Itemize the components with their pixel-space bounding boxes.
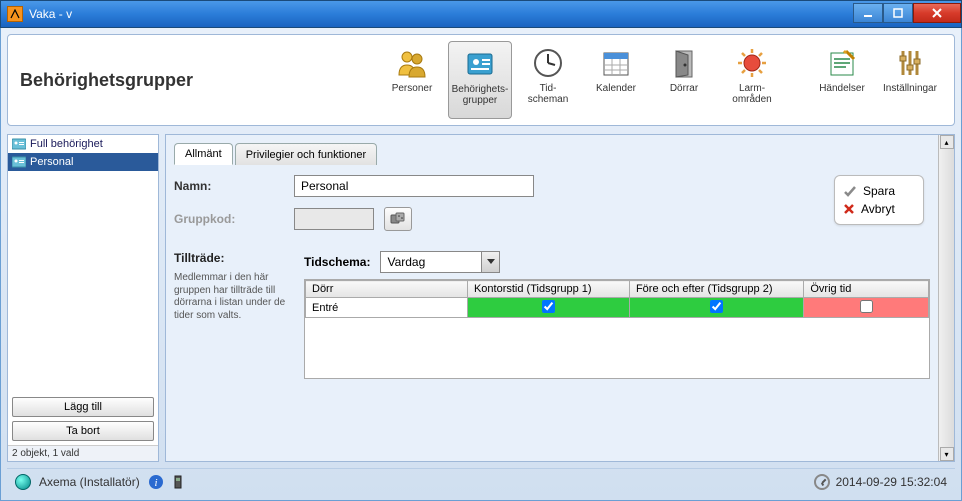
sidebar-item-label: Personal xyxy=(30,156,73,168)
toolbar-ribbon: Behörighetsgrupper Personer xyxy=(7,34,955,126)
ribbon-item-behorighetsgrupper[interactable]: Behörighets- grupper xyxy=(448,41,512,119)
window-title: Vaka - v xyxy=(29,7,72,21)
access-table: Dörr Kontorstid (Tidsgrupp 1) Före och e… xyxy=(305,280,929,318)
x-icon xyxy=(843,203,855,215)
cell-group2[interactable] xyxy=(629,298,803,318)
door-icon xyxy=(666,45,702,81)
ribbon-item-tidscheman[interactable]: Tid- scheman xyxy=(516,41,580,119)
checkbox-group1[interactable] xyxy=(542,300,555,313)
save-button[interactable]: Spara xyxy=(843,182,915,200)
checkbox-group2[interactable] xyxy=(710,300,723,313)
group-card-icon xyxy=(12,156,26,168)
table-row[interactable]: Entré xyxy=(306,298,929,318)
add-button[interactable]: Lägg till xyxy=(12,397,154,417)
ribbon-item-kalender[interactable]: Kalender xyxy=(584,41,648,119)
user-label: Axema (Installatör) xyxy=(39,475,140,489)
ribbon-label: Personer xyxy=(392,83,433,94)
cancel-button[interactable]: Avbryt xyxy=(843,200,915,218)
groupcode-regen-button[interactable] xyxy=(384,207,412,231)
ribbon-label: Dörrar xyxy=(670,83,698,94)
window-maximize-button[interactable] xyxy=(883,3,913,23)
schedule-label: Tidschema: xyxy=(304,255,370,269)
persons-icon xyxy=(394,45,430,81)
access-heading: Tillträde: xyxy=(174,251,294,266)
col-other[interactable]: Övrig tid xyxy=(804,281,929,298)
tab-allmant[interactable]: Allmänt xyxy=(174,143,233,165)
app-icon xyxy=(7,6,23,22)
scroll-down-button[interactable]: ▾ xyxy=(940,447,954,461)
groupcode-input xyxy=(294,208,374,230)
ribbon-label: Kalender xyxy=(596,83,636,94)
window-minimize-button[interactable] xyxy=(853,3,883,23)
chevron-down-icon xyxy=(481,252,499,272)
page-title: Behörighetsgrupper xyxy=(20,70,193,91)
action-box: Spara Avbryt xyxy=(834,175,924,225)
ribbon-item-larmomraden[interactable]: Larm- områden xyxy=(720,41,784,119)
checkbox-other[interactable] xyxy=(860,300,873,313)
status-bar: Axema (Installatör) i 2014-09-29 15:32:0… xyxy=(7,468,955,494)
col-group1[interactable]: Kontorstid (Tidsgrupp 1) xyxy=(467,281,629,298)
sidebar-item-personal[interactable]: Personal xyxy=(8,153,158,171)
tab-privilegier[interactable]: Privilegier och funktioner xyxy=(235,143,377,165)
window-close-button[interactable] xyxy=(913,3,961,23)
device-icon[interactable] xyxy=(172,474,184,490)
access-description: Medlemmar i den här gruppen har tillträd… xyxy=(174,272,294,322)
cell-other[interactable] xyxy=(804,298,929,318)
alarm-icon xyxy=(734,45,770,81)
group-card-icon xyxy=(12,138,26,150)
clock-icon xyxy=(530,45,566,81)
groups-icon xyxy=(462,46,498,82)
remove-button[interactable]: Ta bort xyxy=(12,421,154,441)
datetime-label: 2014-09-29 15:32:04 xyxy=(836,475,947,489)
schedule-select[interactable]: Vardag xyxy=(380,251,500,273)
ribbon-label: Inställningar xyxy=(883,83,937,94)
ribbon-item-personer[interactable]: Personer xyxy=(380,41,444,119)
col-group2[interactable]: Före och efter (Tidsgrupp 2) xyxy=(629,281,803,298)
ribbon-item-handelser[interactable]: Händelser xyxy=(810,41,874,119)
col-door[interactable]: Dörr xyxy=(306,281,468,298)
clock-icon xyxy=(814,474,830,490)
ribbon-label: Tid- scheman xyxy=(528,83,569,105)
ribbon-label: Larm- områden xyxy=(732,83,771,105)
name-label: Namn: xyxy=(174,179,284,193)
sidebar-status: 2 objekt, 1 vald xyxy=(8,445,158,461)
door-cell: Entré xyxy=(306,298,468,318)
scroll-up-button[interactable]: ▴ xyxy=(940,135,954,149)
cell-group1[interactable] xyxy=(467,298,629,318)
groupcode-label: Gruppkod: xyxy=(174,212,284,226)
vertical-scrollbar[interactable]: ▴ ▾ xyxy=(938,135,954,461)
ribbon-label: Behörighets- grupper xyxy=(452,84,509,106)
check-icon xyxy=(843,184,857,198)
name-input[interactable] xyxy=(294,175,534,197)
group-list-panel: Full behörighet Personal Lägg till Ta bo… xyxy=(7,134,159,462)
ribbon-item-installningar[interactable]: Inställningar xyxy=(878,41,942,119)
dice-icon xyxy=(390,212,406,226)
ribbon-item-dorrar[interactable]: Dörrar xyxy=(652,41,716,119)
calendar-icon xyxy=(598,45,634,81)
sidebar-item-full-behorighet[interactable]: Full behörighet xyxy=(8,135,158,153)
svg-text:i: i xyxy=(154,477,157,489)
ribbon-label: Händelser xyxy=(819,83,865,94)
detail-panel: Allmänt Privilegier och funktioner Namn:… xyxy=(165,134,955,462)
events-icon xyxy=(824,45,860,81)
settings-icon xyxy=(892,45,928,81)
sidebar-item-label: Full behörighet xyxy=(30,138,103,150)
window-titlebar: Vaka - v xyxy=(0,0,962,28)
schedule-value: Vardag xyxy=(381,255,481,269)
connection-icon xyxy=(15,474,31,490)
info-icon[interactable]: i xyxy=(148,474,164,490)
